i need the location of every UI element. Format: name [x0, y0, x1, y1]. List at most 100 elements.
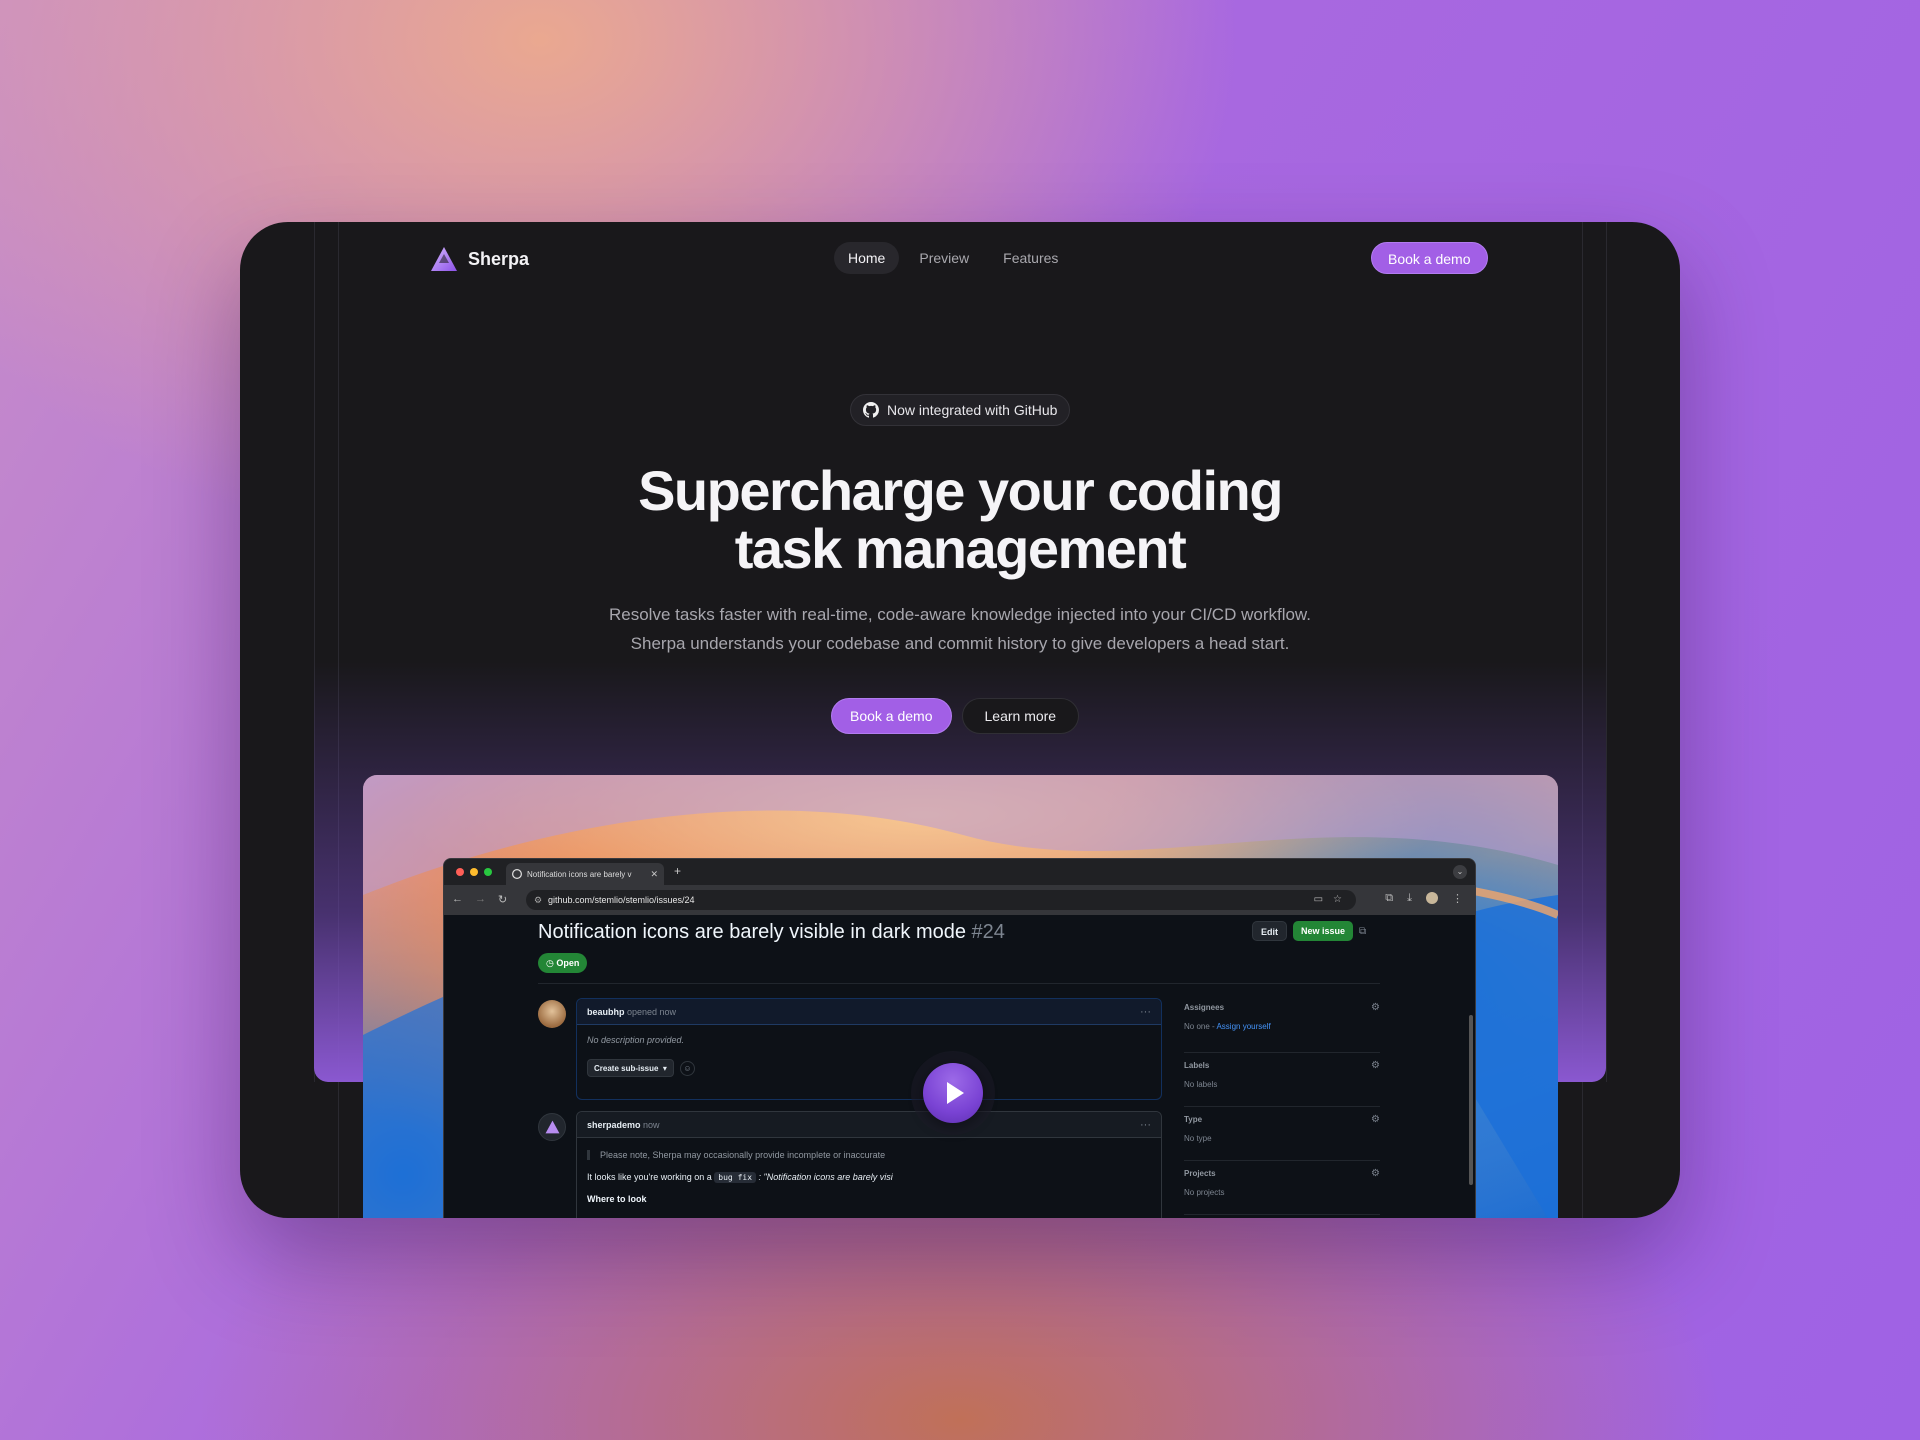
- sherpa-logo-icon: [545, 1120, 560, 1134]
- site-settings-icon[interactable]: ⚙: [534, 890, 542, 910]
- product-showcase: Notification icons are barely v ✕ + ⌄ ← …: [363, 775, 1558, 1218]
- cast-icon[interactable]: ▭: [1314, 890, 1323, 910]
- comment-author[interactable]: beaubhp: [587, 1007, 625, 1017]
- download-icon[interactable]: ⤓: [1407, 892, 1412, 905]
- browser-tab[interactable]: Notification icons are barely v ✕: [506, 863, 664, 885]
- sidebar-label: Labels: [1184, 1061, 1210, 1070]
- sherpa-comment: sherpademo now ··· Please note, Sherpa m…: [576, 1111, 1162, 1218]
- sidebar-labels: Labels No labels ⚙: [1184, 1053, 1380, 1107]
- new-issue-button[interactable]: New issue: [1293, 921, 1354, 941]
- url-field[interactable]: ⚙ github.com/stemlio/stemlio/issues/24 ▭…: [526, 890, 1356, 910]
- issue-actions: Edit New issue ⧉: [1252, 921, 1366, 941]
- assign-yourself-link[interactable]: Assign yourself: [1216, 1022, 1270, 1031]
- copy-link-icon[interactable]: ⧉: [1359, 926, 1366, 937]
- forward-arrow-icon[interactable]: →: [475, 893, 486, 906]
- hero-subtitle-line1: Resolve tasks faster with real-time, cod…: [608, 605, 1311, 624]
- comment-line: It looks like you're working on a bug fi…: [587, 1172, 1151, 1183]
- issue-header-divider: [538, 983, 1380, 984]
- edit-issue-button[interactable]: Edit: [1252, 921, 1287, 941]
- tab-close-icon[interactable]: ✕: [650, 869, 658, 880]
- issue-comment: beaubhp opened now ··· No description pr…: [576, 998, 1162, 1100]
- learn-more-button[interactable]: Learn more: [961, 698, 1080, 734]
- issue-status-badge: ◷ Open: [538, 953, 588, 973]
- hero-cta-group: Book a demo Learn more: [831, 698, 1080, 734]
- nav-link-home[interactable]: Home: [834, 242, 900, 274]
- comment-line-suffix: : "Notification icons are barely visi: [758, 1172, 893, 1182]
- comment-heading: Where to look: [587, 1194, 647, 1204]
- gear-icon[interactable]: ⚙: [1371, 1114, 1380, 1125]
- hero-title: Supercharge your coding task management: [240, 462, 1680, 578]
- top-nav: Sherpa Home Preview Features Book a demo: [240, 222, 1680, 294]
- badge-text: Now integrated with GitHub: [887, 402, 1058, 418]
- gear-icon[interactable]: ⚙: [1371, 1060, 1380, 1071]
- tab-list-chevron-icon[interactable]: ⌄: [1453, 865, 1467, 879]
- sidebar-assignees: Assignees No one - Assign yourself ⚙: [1184, 999, 1380, 1053]
- gear-icon[interactable]: ⚙: [1371, 1168, 1380, 1179]
- nav-link-features[interactable]: Features: [989, 242, 1072, 274]
- landing-card: Sherpa Home Preview Features Book a demo…: [240, 222, 1680, 1218]
- create-subissue-button[interactable]: Create sub-issue ▾: [587, 1059, 674, 1077]
- back-arrow-icon[interactable]: ←: [452, 893, 463, 906]
- hero-subtitle-line2: Sherpa understands your codebase and com…: [630, 634, 1290, 653]
- issue-title-text: Notification icons are barely visible in…: [538, 921, 966, 943]
- nav-link-preview[interactable]: Preview: [905, 242, 983, 274]
- sidebar-type: Type No type ⚙: [1184, 1107, 1380, 1161]
- sidebar-value: No labels: [1184, 1080, 1218, 1089]
- sidebar-value: No projects: [1184, 1188, 1225, 1197]
- github-icon: [512, 869, 522, 879]
- sidebar-value: No type: [1184, 1134, 1212, 1143]
- browser-nav-icons: ← → ↻: [452, 893, 507, 906]
- play-icon: [947, 1082, 964, 1104]
- browser-menu-icon[interactable]: ⋮: [1452, 892, 1463, 905]
- close-window-icon[interactable]: [456, 868, 464, 876]
- hero-title-line1: Supercharge your coding: [638, 459, 1283, 522]
- comment-menu-icon[interactable]: ···: [1140, 1112, 1151, 1138]
- gear-icon[interactable]: ⚙: [1371, 1002, 1380, 1013]
- minimize-window-icon[interactable]: [470, 868, 478, 876]
- comment-line-prefix: It looks like you're working on a: [587, 1172, 712, 1182]
- maximize-window-icon[interactable]: [484, 868, 492, 876]
- reload-icon[interactable]: ↻: [498, 893, 507, 906]
- browser-tab-bar: Notification icons are barely v ✕ + ⌄: [444, 859, 1475, 885]
- sidebar-label: Type: [1184, 1115, 1203, 1124]
- bookmark-star-icon[interactable]: ☆: [1333, 890, 1342, 910]
- url-text: github.com/stemlio/stemlio/issues/24: [548, 895, 695, 905]
- github-integration-badge[interactable]: Now integrated with GitHub: [850, 394, 1071, 426]
- comment-author[interactable]: sherpademo: [587, 1120, 641, 1130]
- browser-window: Notification icons are barely v ✕ + ⌄ ← …: [443, 858, 1476, 1218]
- reaction-icon[interactable]: ☺: [679, 1060, 695, 1076]
- sidebar-projects: Projects No projects ⚙: [1184, 1161, 1380, 1215]
- comment-body: No description provided. Create sub-issu…: [577, 1025, 1161, 1087]
- create-subissue-label: Create sub-issue: [594, 1064, 659, 1073]
- brand-name: Sherpa: [468, 248, 530, 269]
- inline-code: bug fix: [714, 1172, 757, 1183]
- avatar[interactable]: [538, 1113, 566, 1141]
- sidebar-label: Projects: [1184, 1169, 1216, 1178]
- brand-logo[interactable]: Sherpa: [430, 246, 529, 272]
- hero-title-line2: task management: [734, 517, 1187, 580]
- disclaimer-note: Please note, Sherpa may occasionally pro…: [587, 1150, 1151, 1160]
- issue-number: #24: [971, 921, 1005, 943]
- avatar[interactable]: [538, 1000, 566, 1028]
- address-bar: ← → ↻ ⚙ github.com/stemlio/stemlio/issue…: [444, 885, 1475, 915]
- new-tab-icon[interactable]: +: [674, 864, 681, 878]
- extensions-icon[interactable]: ⧉: [1385, 892, 1393, 905]
- hero-book-demo-button[interactable]: Book a demo: [831, 698, 952, 734]
- play-video-button[interactable]: [911, 1051, 995, 1135]
- comment-meta: now: [643, 1120, 660, 1130]
- nav-book-demo-button[interactable]: Book a demo: [1371, 242, 1488, 274]
- comment-header: sherpademo now ···: [577, 1112, 1161, 1138]
- subissue-row: Create sub-issue ▾ ☺: [587, 1059, 1151, 1077]
- hero-subtitle: Resolve tasks faster with real-time, cod…: [240, 600, 1680, 658]
- sidebar-label: Assignees: [1184, 1003, 1225, 1012]
- comment-meta: opened now: [627, 1007, 677, 1017]
- nav-links: Home Preview Features: [834, 242, 1072, 274]
- window-controls: [456, 868, 492, 876]
- assignees-value: No one -: [1184, 1022, 1217, 1031]
- sidebar-value: No one - Assign yourself: [1184, 1022, 1380, 1031]
- profile-avatar-icon[interactable]: [1426, 892, 1438, 904]
- url-actions: ▭ ☆: [1314, 890, 1342, 910]
- browser-toolbar-icons: ⧉ ⤓ ⋮: [1385, 892, 1463, 905]
- comment-menu-icon[interactable]: ···: [1140, 999, 1151, 1025]
- page-scrollbar[interactable]: [1469, 1015, 1473, 1185]
